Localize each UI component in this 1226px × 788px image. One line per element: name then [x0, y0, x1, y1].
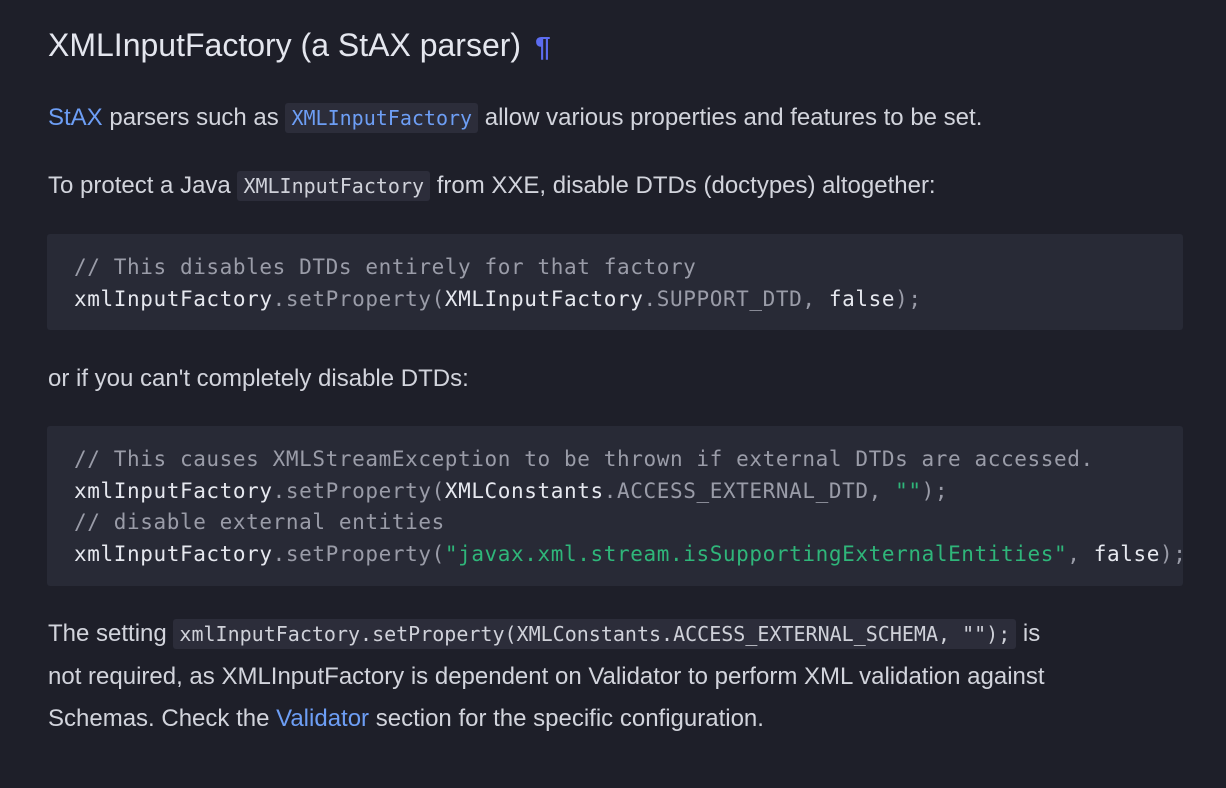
- code-line: xmlInputFactory.setProperty(XMLInputFact…: [74, 286, 922, 311]
- paragraph-text: Schemas. Check the: [48, 705, 277, 732]
- paragraph-schema-note-line3: Schemas. Check the Validator section for…: [48, 698, 764, 740]
- paragraph-schema-note-line1: The setting xmlInputFactory.setProperty(…: [48, 613, 1040, 655]
- paragraph-text: To protect a Java: [48, 172, 238, 199]
- paragraph-text: parsers such as: [102, 104, 286, 131]
- validator-link[interactable]: Validator: [276, 705, 369, 732]
- permalink-anchor[interactable]: ¶: [535, 31, 551, 62]
- heading-text: XMLInputFactory (a StAX parser): [48, 27, 522, 63]
- inline-code-xmlinputfactory-link[interactable]: XMLInputFactory: [285, 103, 479, 133]
- paragraph-schema-note-line2: not required, as XMLInputFactory is depe…: [48, 663, 1045, 690]
- code-comment: // This causes XMLStreamException to be …: [74, 447, 1094, 471]
- paragraph-alternative: or if you can't completely disable DTDs:: [48, 365, 469, 392]
- inline-code-schema-setting: xmlInputFactory.setProperty(XMLConstants…: [173, 619, 1017, 649]
- paragraph-text: from XXE, disable DTDs (doctypes) altoge…: [430, 172, 936, 199]
- code-line: xmlInputFactory.setProperty("javax.xml.s…: [74, 541, 1183, 566]
- code-comment: // disable external entities: [74, 510, 445, 534]
- paragraph-text: is: [1016, 620, 1041, 647]
- inline-code-xmlinputfactory: XMLInputFactory: [237, 171, 431, 201]
- paragraph-stax-intro: StAX parsers such as XMLInputFactory all…: [48, 97, 982, 139]
- code-line: xmlInputFactory.setProperty(XMLConstants…: [74, 478, 949, 503]
- paragraph-text: The setting: [48, 620, 174, 647]
- paragraph-protect: To protect a Java XMLInputFactory from X…: [48, 165, 936, 207]
- code-block-disable-dtd: // This disables DTDs entirely for that …: [47, 234, 1183, 330]
- section-heading: XMLInputFactory (a StAX parser) ¶: [48, 24, 551, 68]
- code-block-external-access: // This causes XMLStreamException to be …: [47, 426, 1183, 586]
- code-comment: // This disables DTDs entirely for that …: [74, 255, 697, 279]
- paragraph-text: allow various properties and features to…: [478, 104, 983, 131]
- stax-link[interactable]: StAX: [48, 104, 103, 131]
- paragraph-text: section for the specific configuration.: [369, 705, 764, 732]
